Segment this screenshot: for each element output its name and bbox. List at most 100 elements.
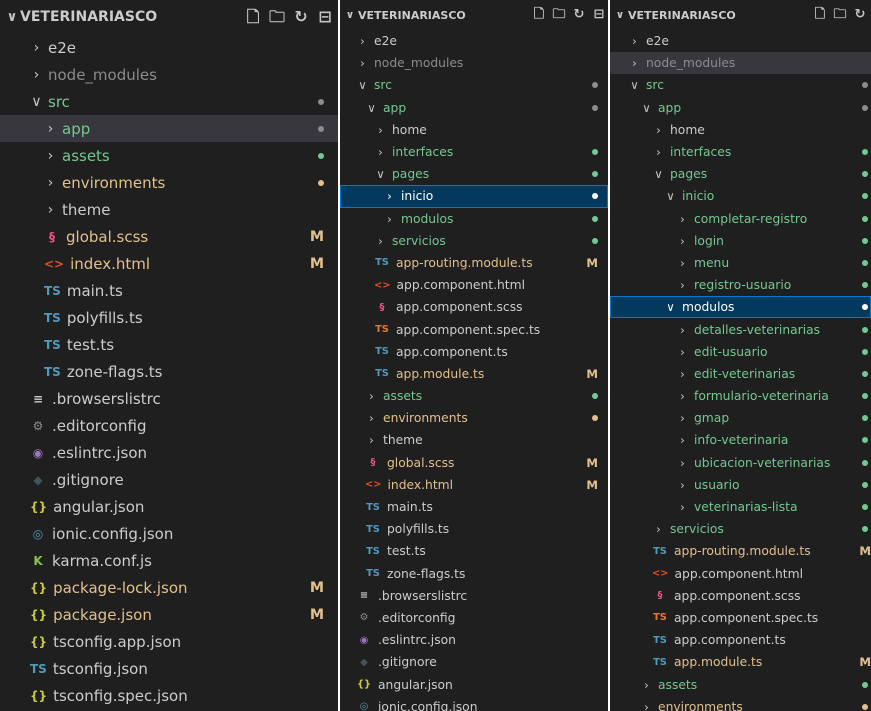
- tree-file-row[interactable]: {} package-lock.json M: [0, 574, 338, 601]
- tree-file-row[interactable]: {} angular.json: [0, 493, 338, 520]
- chevron-right-icon[interactable]: ›: [374, 123, 387, 137]
- chevron-down-icon[interactable]: ∨: [664, 300, 677, 314]
- tree-folder-row[interactable]: ∨ src: [610, 74, 871, 96]
- chevron-right-icon[interactable]: ›: [676, 456, 689, 470]
- tree-folder-row[interactable]: › gmap: [610, 407, 871, 429]
- chevron-right-icon[interactable]: ›: [383, 189, 396, 203]
- chevron-down-icon[interactable]: ∨: [628, 78, 641, 92]
- chevron-right-icon[interactable]: ›: [676, 411, 689, 425]
- tree-file-row[interactable]: TS polyfills.ts: [0, 304, 338, 331]
- tree-folder-row[interactable]: › assets: [610, 673, 871, 695]
- chevron-right-icon[interactable]: ›: [676, 345, 689, 359]
- tree-file-row[interactable]: TS polyfills.ts: [340, 518, 608, 540]
- tree-file-row[interactable]: ◆ .gitignore: [340, 651, 608, 673]
- tree-folder-row[interactable]: ∨ src: [340, 74, 608, 96]
- chevron-down-icon[interactable]: ∨: [614, 9, 626, 21]
- chevron-down-icon[interactable]: ∨: [6, 10, 18, 25]
- tree-file-row[interactable]: TS zone-flags.ts: [0, 358, 338, 385]
- tree-file-row[interactable]: § global.scss M: [0, 223, 338, 250]
- tree-file-row[interactable]: ◉ .eslintrc.json: [0, 439, 338, 466]
- tree-folder-row[interactable]: › environments: [610, 696, 871, 711]
- tree-folder-row[interactable]: › assets: [340, 385, 608, 407]
- new-folder-icon[interactable]: 🗀: [552, 8, 566, 22]
- tree-file-row[interactable]: TS app-routing.module.ts M: [340, 252, 608, 274]
- chevron-right-icon[interactable]: ›: [628, 34, 641, 48]
- tree-folder-row[interactable]: ∨ pages: [610, 163, 871, 185]
- tree-folder-row[interactable]: › menu: [610, 252, 871, 274]
- tree-folder-row[interactable]: › info-veterinaria: [610, 429, 871, 451]
- tree-folder-row[interactable]: › theme: [340, 429, 608, 451]
- chevron-right-icon[interactable]: ›: [44, 175, 57, 191]
- chevron-right-icon[interactable]: ›: [676, 323, 689, 337]
- tree-file-row[interactable]: TS app.component.ts: [340, 341, 608, 363]
- tree-folder-row[interactable]: ∨ app: [610, 97, 871, 119]
- tree-folder-row[interactable]: › edit-usuario: [610, 341, 871, 363]
- tree-folder-row[interactable]: › inicio: [340, 185, 608, 208]
- tree-folder-row[interactable]: ∨ src: [0, 88, 338, 115]
- tree-file-row[interactable]: ◎ ionic.config.json: [340, 696, 608, 711]
- tree-file-row[interactable]: TS app.component.ts: [610, 629, 871, 651]
- tree-file-row[interactable]: ≡ .browserslistrc: [340, 585, 608, 607]
- tree-file-row[interactable]: ⚙ .editorconfig: [0, 412, 338, 439]
- tree-file-row[interactable]: § app.component.scss: [340, 296, 608, 318]
- tree-folder-row[interactable]: › node_modules: [340, 52, 608, 74]
- tree-file-row[interactable]: TS app.component.spec.ts: [340, 318, 608, 340]
- chevron-right-icon[interactable]: ›: [374, 234, 387, 248]
- chevron-right-icon[interactable]: ›: [640, 700, 653, 711]
- tree-file-row[interactable]: ◆ .gitignore: [0, 466, 338, 493]
- chevron-right-icon[interactable]: ›: [676, 278, 689, 292]
- tree-file-row[interactable]: <> index.html M: [0, 250, 338, 277]
- tree-file-row[interactable]: TS app.component.spec.ts: [610, 607, 871, 629]
- chevron-right-icon[interactable]: ›: [374, 145, 387, 159]
- tree-folder-row[interactable]: › e2e: [0, 34, 338, 61]
- tree-folder-row[interactable]: › home: [340, 119, 608, 141]
- explorer-header[interactable]: ∨ VETERINARIASCO 🗋 🗀 ↻ ⊟: [0, 0, 338, 34]
- tree-file-row[interactable]: {} package.json M: [0, 601, 338, 628]
- chevron-down-icon[interactable]: ∨: [344, 9, 356, 21]
- tree-file-row[interactable]: TS main.ts: [340, 496, 608, 518]
- tree-file-row[interactable]: {} angular.json: [340, 673, 608, 695]
- tree-file-row[interactable]: TS tsconfig.json: [0, 655, 338, 682]
- chevron-right-icon[interactable]: ›: [44, 202, 57, 218]
- chevron-down-icon[interactable]: ∨: [652, 167, 665, 181]
- chevron-right-icon[interactable]: ›: [676, 478, 689, 492]
- tree-file-row[interactable]: ◉ .eslintrc.json: [340, 629, 608, 651]
- chevron-right-icon[interactable]: ›: [44, 121, 57, 137]
- chevron-right-icon[interactable]: ›: [652, 123, 665, 137]
- tree-file-row[interactable]: {} tsconfig.spec.json: [0, 682, 338, 709]
- tree-folder-row[interactable]: › app: [0, 115, 338, 142]
- tree-folder-row[interactable]: › environments: [0, 169, 338, 196]
- explorer-header[interactable]: ∨ VETERINARIASCO 🗋 🗀 ↻ ⊟: [340, 0, 608, 30]
- chevron-down-icon[interactable]: ∨: [356, 78, 369, 92]
- tree-file-row[interactable]: TS main.ts: [0, 277, 338, 304]
- tree-file-row[interactable]: TS test.ts: [340, 540, 608, 562]
- tree-file-row[interactable]: Kkarma.conf.js: [0, 547, 338, 574]
- new-folder-icon[interactable]: 🗀: [833, 8, 847, 22]
- chevron-right-icon[interactable]: ›: [652, 522, 665, 536]
- tree-folder-row[interactable]: › formulario-veterinaria: [610, 385, 871, 407]
- chevron-right-icon[interactable]: ›: [628, 56, 641, 70]
- tree-file-row[interactable]: TS zone-flags.ts: [340, 563, 608, 585]
- tree-folder-row[interactable]: › edit-veterinarias: [610, 363, 871, 385]
- chevron-right-icon[interactable]: ›: [356, 56, 369, 70]
- new-file-icon[interactable]: 🗋: [244, 8, 262, 26]
- chevron-right-icon[interactable]: ›: [365, 433, 378, 447]
- tree-folder-row[interactable]: › detalles-veterinarias: [610, 318, 871, 340]
- tree-folder-row[interactable]: › modulos: [340, 208, 608, 230]
- tree-folder-row[interactable]: › servicios: [340, 230, 608, 252]
- chevron-down-icon[interactable]: ∨: [30, 94, 43, 110]
- new-folder-icon[interactable]: 🗀: [268, 8, 286, 26]
- tree-file-row[interactable]: TS app.module.ts M: [340, 363, 608, 385]
- chevron-right-icon[interactable]: ›: [365, 389, 378, 403]
- tree-file-row[interactable]: {} tsconfig.app.json: [0, 628, 338, 655]
- chevron-down-icon[interactable]: ∨: [374, 167, 387, 181]
- chevron-right-icon[interactable]: ›: [676, 234, 689, 248]
- tree-folder-row[interactable]: › environments: [340, 407, 608, 429]
- tree-folder-row[interactable]: › servicios: [610, 518, 871, 540]
- tree-folder-row[interactable]: › registro-usuario: [610, 274, 871, 296]
- tree-folder-row[interactable]: › usuario: [610, 474, 871, 496]
- tree-file-row[interactable]: TS test.ts: [0, 331, 338, 358]
- tree-folder-row[interactable]: › completar-registro: [610, 208, 871, 230]
- chevron-right-icon[interactable]: ›: [640, 678, 653, 692]
- tree-folder-row[interactable]: › assets: [0, 142, 338, 169]
